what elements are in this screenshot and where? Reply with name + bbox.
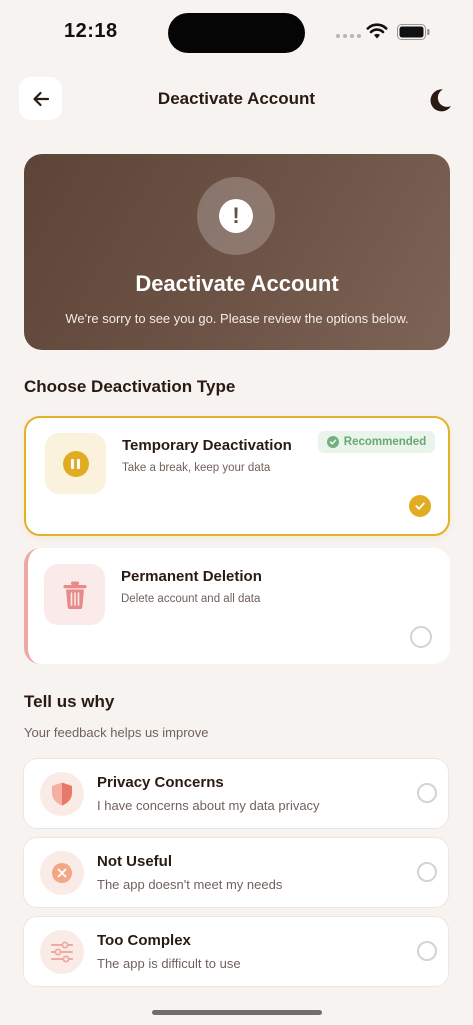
home-indicator[interactable]: [152, 1010, 322, 1015]
page-title: Deactivate Account: [157, 89, 316, 108]
exclamation-icon: !: [219, 199, 253, 233]
section-title-deactivation: Choose Deactivation Type: [24, 377, 236, 396]
option-subtitle: Delete account and all data: [121, 593, 261, 605]
badge-label: Recommended: [343, 436, 427, 448]
reason-title: Privacy Concerns: [97, 774, 224, 791]
option-title: Temporary Deactivation: [122, 437, 292, 454]
reason-radio[interactable]: [417, 862, 437, 882]
reason-icon-circle: [40, 772, 84, 816]
option-title: Permanent Deletion: [121, 568, 262, 585]
shield-icon: [52, 782, 72, 806]
sliders-icon: [51, 941, 73, 963]
reason-not-useful[interactable]: [23, 837, 449, 908]
status-time: 12:18: [64, 20, 118, 42]
trash-icon: [63, 581, 86, 609]
reason-privacy-concerns[interactable]: [23, 758, 449, 829]
battery-icon: [397, 24, 430, 40]
reason-title: Too Complex: [97, 932, 191, 949]
hero-subtitle: We're sorry to see you go. Please review…: [65, 311, 409, 326]
reason-title: Not Useful: [97, 853, 172, 870]
section-subtitle-reasons: Your feedback helps us improve: [24, 725, 209, 740]
dynamic-island: [168, 13, 305, 53]
reason-icon-circle: [40, 851, 84, 895]
check-icon: [415, 502, 425, 510]
temporary-icon-box: [45, 433, 106, 494]
moon-icon[interactable]: [426, 86, 454, 114]
signal-dots-icon: [336, 34, 361, 38]
permanent-icon-box: [44, 564, 105, 625]
check-circle-icon: [326, 436, 339, 448]
reason-subtitle: The app is difficult to use: [97, 956, 241, 971]
reason-subtitle: The app doesn't meet my needs: [97, 877, 283, 892]
recommended-badge: Recommended: [318, 431, 435, 453]
reason-subtitle: I have concerns about my data privacy: [97, 798, 320, 813]
radio-selected[interactable]: [409, 495, 431, 517]
reason-radio[interactable]: [417, 941, 437, 961]
hero-title: Deactivate Account: [135, 271, 339, 296]
radio-unselected[interactable]: [410, 626, 432, 648]
reason-too-complex[interactable]: [23, 916, 449, 987]
reason-icon-circle: [40, 930, 84, 974]
wifi-icon: [366, 23, 388, 39]
section-title-reasons: Tell us why: [24, 692, 115, 711]
reason-radio[interactable]: [417, 783, 437, 803]
pause-icon: [62, 450, 89, 477]
alert-badge: !: [197, 177, 275, 255]
option-subtitle: Take a break, keep your data: [122, 462, 271, 474]
x-circle-icon: [52, 863, 72, 883]
